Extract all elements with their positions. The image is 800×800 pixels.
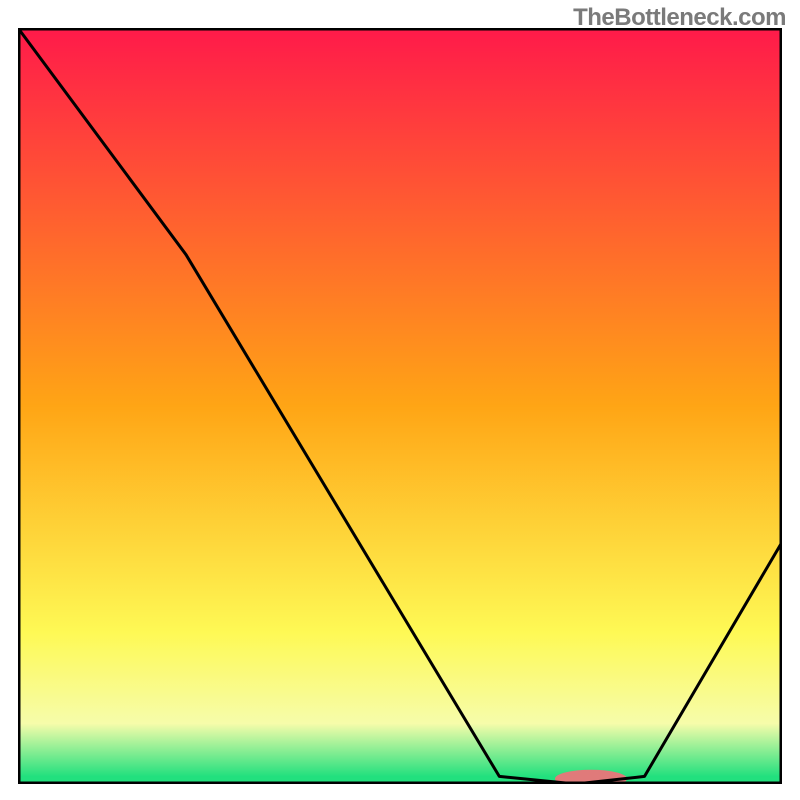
chart-background	[18, 28, 782, 784]
chart-container	[18, 28, 782, 784]
chart-svg	[18, 28, 782, 784]
